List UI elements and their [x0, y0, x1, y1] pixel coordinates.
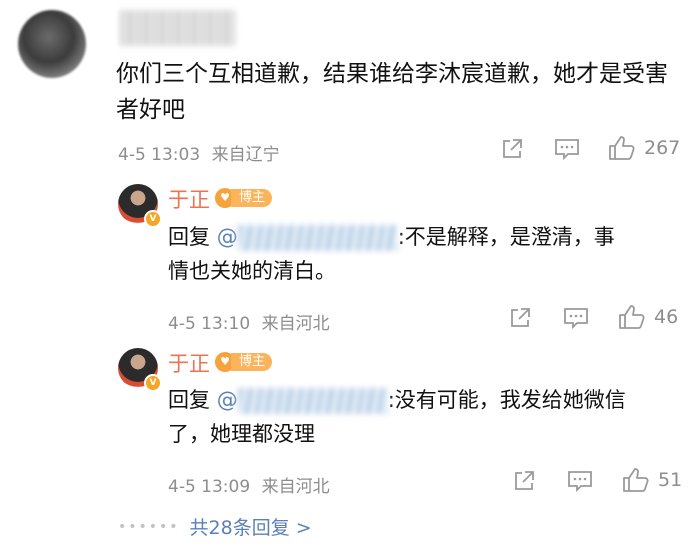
comment-icon — [563, 306, 589, 330]
reply-location: 来自河北 — [261, 477, 330, 497]
share-icon — [500, 137, 524, 161]
reply-author[interactable]: 于正 — [168, 184, 210, 214]
dots-icon: •••••• — [118, 518, 180, 535]
like-count: 267 — [644, 137, 681, 159]
share-icon — [508, 306, 532, 330]
thumbs-up-icon — [608, 135, 636, 161]
thumbs-up-icon — [622, 467, 650, 493]
comment-icon — [567, 469, 593, 493]
comment-location: 来自辽宁 — [211, 145, 280, 165]
share-button[interactable] — [508, 306, 532, 330]
verified-badge-icon: V — [144, 210, 162, 228]
comment-icon — [554, 137, 580, 161]
like-count: 51 — [658, 469, 683, 491]
comment-button[interactable] — [567, 469, 593, 493]
reply-meta: 4-5 13:10 来自河北 — [168, 309, 330, 334]
mention-link[interactable]: @ — [217, 225, 398, 251]
comment-button[interactable] — [554, 137, 580, 161]
reply-meta: 4-5 13:09 来自河北 — [168, 472, 330, 497]
commenter-avatar[interactable] — [18, 10, 86, 78]
reply-author[interactable]: 于正 — [168, 348, 210, 378]
mention-link[interactable]: @ — [217, 388, 388, 414]
comment-time: 4-5 13:03 — [118, 145, 201, 165]
mention-redacted — [237, 225, 398, 251]
share-button[interactable] — [500, 137, 524, 161]
more-replies-link[interactable]: •••••• 共28条回复 > — [118, 513, 312, 540]
share-button[interactable] — [512, 469, 536, 493]
verified-badge-icon: V — [144, 374, 162, 392]
reply-text: 回复 @:不是解释，是澄清，事 情也关她的清白。 — [168, 225, 615, 283]
reply-text: 回复 @:没有可能，我发给她微信 了，她理都没理 — [168, 388, 626, 446]
like-button[interactable]: 46 — [618, 304, 678, 330]
like-button[interactable]: 51 — [622, 467, 682, 493]
mention-redacted — [237, 388, 388, 414]
reply-time: 4-5 13:10 — [168, 314, 251, 334]
blogger-badge: ♥ 博主 — [215, 187, 273, 209]
thumbs-up-icon — [618, 304, 646, 330]
comment-button[interactable] — [563, 306, 589, 330]
share-icon — [512, 469, 536, 493]
reply-location: 来自河北 — [261, 314, 330, 334]
blogger-badge: ♥ 博主 — [215, 351, 273, 373]
reply-time: 4-5 13:09 — [168, 477, 251, 497]
comment-text: 你们三个互相道歉，结果谁给李沐宸道歉，她才是受害者好吧 — [116, 61, 668, 123]
like-button[interactable]: 267 — [608, 135, 680, 161]
comment-meta: 4-5 13:03 来自辽宁 — [118, 140, 280, 165]
like-count: 46 — [654, 306, 679, 328]
commenter-name-redacted — [120, 10, 235, 46]
